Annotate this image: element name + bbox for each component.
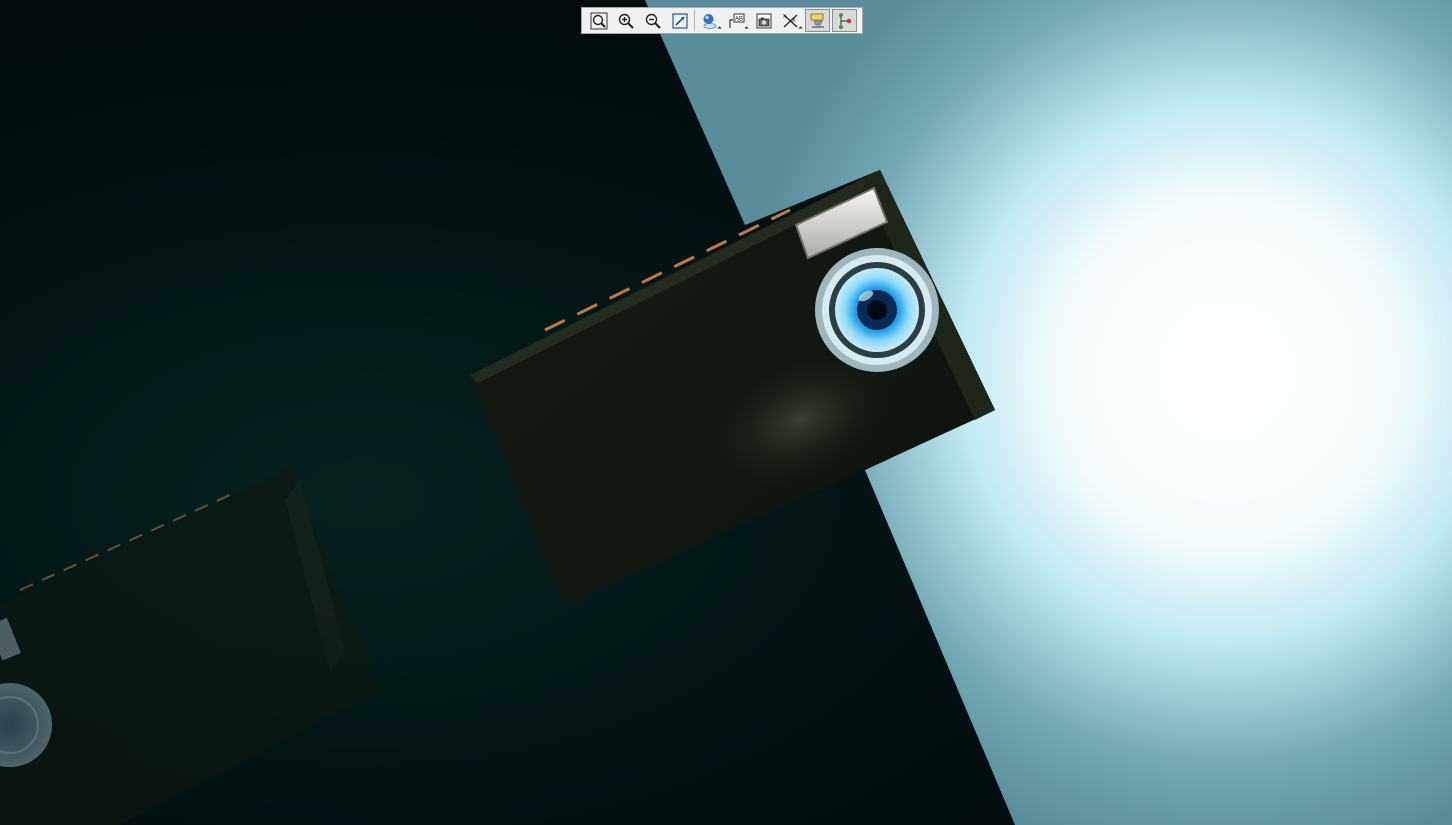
- snapshot-button[interactable]: [751, 9, 776, 32]
- zoom-out-icon: [645, 13, 661, 29]
- measure-icon: X X: [783, 14, 797, 27]
- text-annotation-button[interactable]: AB: [724, 9, 749, 32]
- viewer-toolbar: AB X X: [581, 7, 863, 34]
- render-style-icon: [703, 13, 716, 29]
- zoom-out-button[interactable]: [640, 9, 665, 32]
- camera-lens[interactable]: [815, 248, 939, 372]
- explode-button[interactable]: [832, 9, 857, 32]
- 3d-viewport[interactable]: AB X X: [0, 0, 1452, 825]
- zoom-in-icon: [618, 13, 634, 29]
- svg-text:X: X: [792, 18, 796, 24]
- explode-tree-icon: [838, 12, 851, 29]
- zoom-fit-icon: [590, 12, 607, 29]
- svg-text:AB: AB: [735, 16, 743, 22]
- camera-snapshot-icon: [756, 13, 771, 28]
- section-plane-icon: [810, 13, 824, 27]
- toolbar-separator: [694, 10, 695, 31]
- zoom-window-button[interactable]: [667, 9, 692, 32]
- zoom-window-icon: [671, 12, 688, 29]
- zoom-fit-button[interactable]: [586, 9, 611, 32]
- text-annotation-icon: AB: [728, 13, 744, 28]
- zoom-in-button[interactable]: [613, 9, 638, 32]
- render-style-button[interactable]: [697, 9, 722, 32]
- section-plane-button[interactable]: [805, 9, 830, 32]
- measure-button[interactable]: X X: [778, 9, 803, 32]
- 3d-scene[interactable]: [0, 0, 1452, 825]
